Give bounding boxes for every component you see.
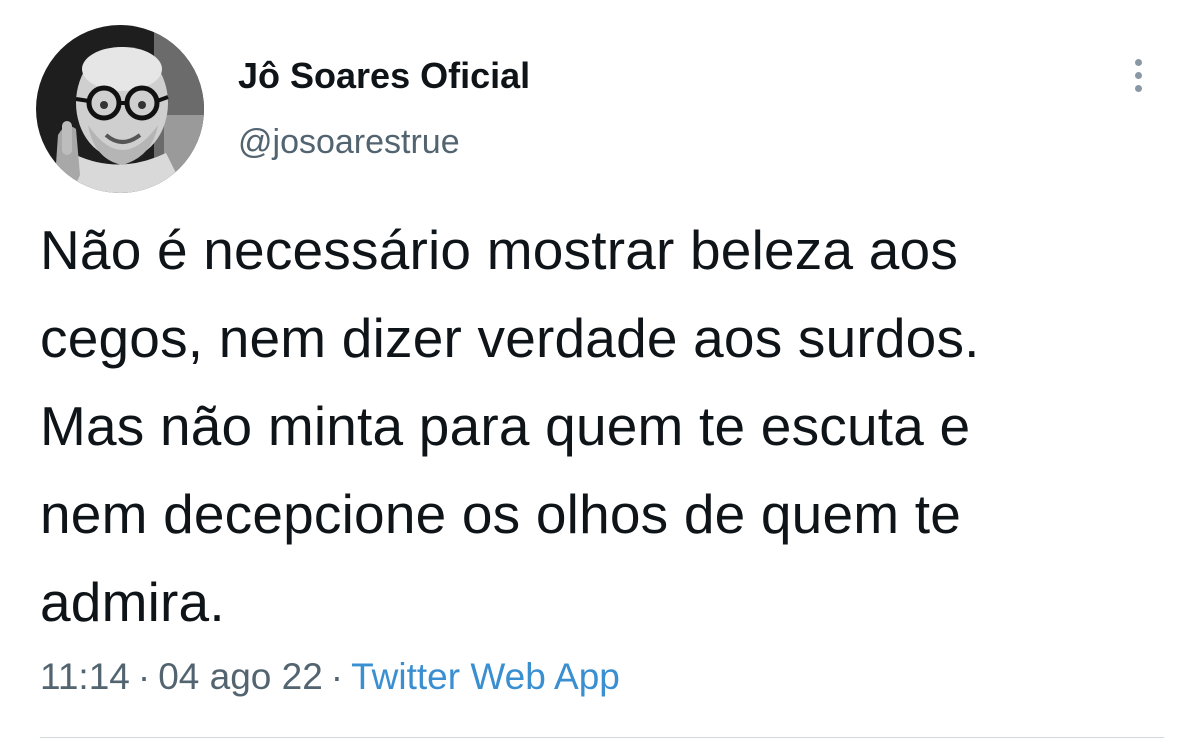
tweet-text: Não é necessário mostrar beleza aos cego… <box>40 206 1170 646</box>
tweet-text-line: nem decepcione os olhos de quem te <box>40 483 962 545</box>
separator: · <box>137 656 151 697</box>
tweet-text-line: Não é necessário mostrar beleza aos <box>40 219 959 281</box>
user-handle[interactable]: @josoarestrue <box>238 120 460 164</box>
tweet-source-link[interactable]: Twitter Web App <box>351 656 620 697</box>
tweet-card: Jô Soares Oficial @josoarestrue Não é ne… <box>0 0 1200 752</box>
profile-photo <box>36 25 204 193</box>
tweet-date[interactable]: 04 ago 22 <box>158 656 323 697</box>
divider <box>40 737 1164 738</box>
tweet-metadata: 11:14 · 04 ago 22 · Twitter Web App <box>40 652 620 702</box>
more-vertical-icon <box>1134 58 1142 92</box>
tweet-time[interactable]: 11:14 <box>40 656 130 697</box>
display-name[interactable]: Jô Soares Oficial <box>238 54 530 98</box>
tweet-text-line: admira. <box>40 571 225 633</box>
tweet-text-line: cegos, nem dizer verdade aos surdos. <box>40 307 980 369</box>
separator: · <box>330 656 344 697</box>
more-options-button[interactable] <box>1118 50 1158 100</box>
tweet-text-line: Mas não minta para quem te escuta e <box>40 395 971 457</box>
avatar[interactable] <box>36 25 204 193</box>
